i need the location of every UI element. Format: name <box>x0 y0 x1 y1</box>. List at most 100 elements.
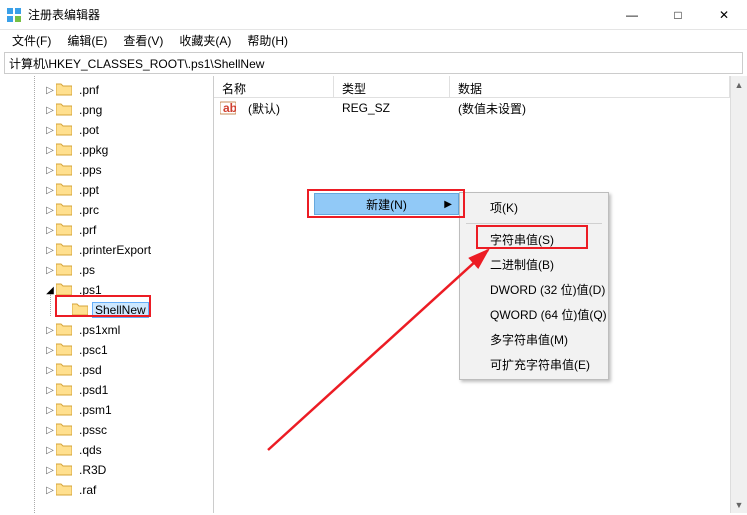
tree-item-label: .qds <box>76 443 105 457</box>
scroll-up-button[interactable]: ▲ <box>731 76 747 93</box>
folder-icon <box>56 342 76 359</box>
content: ▷.pnf▷.png▷.pot▷.ppkg▷.pps▷.ppt▷.prc▷.pr… <box>0 76 747 513</box>
tree-item[interactable]: ▷ .psd <box>0 360 213 380</box>
tree-item[interactable]: ▷ .prf <box>0 220 213 240</box>
caret-icon[interactable]: ▷ <box>44 105 56 116</box>
tree-item-label: .psd <box>76 363 105 377</box>
caret-icon[interactable]: ▷ <box>44 365 56 376</box>
tree-item[interactable]: ◢.ps1 <box>0 280 213 300</box>
minimize-button[interactable]: — <box>609 0 655 29</box>
column-type[interactable]: 类型 <box>334 76 450 97</box>
caret-icon[interactable]: ▷ <box>44 485 56 496</box>
tree-item[interactable]: ▷.ppt <box>0 180 213 200</box>
caret-icon[interactable]: ▷ <box>44 465 56 476</box>
folder-icon <box>56 182 76 199</box>
tree-item[interactable]: ▷.psc1 <box>0 340 213 360</box>
tree-pane[interactable]: ▷.pnf▷.png▷.pot▷.ppkg▷.pps▷.ppt▷.prc▷.pr… <box>0 76 214 513</box>
folder-icon <box>56 162 76 179</box>
tree-item[interactable]: ▷.pnf <box>0 80 213 100</box>
submenu-arrow-icon: ▶ <box>444 199 452 210</box>
tree-item[interactable]: ▷ .pot <box>0 120 213 140</box>
tree-item-label: .prc <box>76 203 102 217</box>
caret-icon[interactable]: ▷ <box>44 245 56 256</box>
tree-item-label: .printerExport <box>76 243 154 257</box>
scroll-down-button[interactable]: ▼ <box>731 496 747 513</box>
caret-icon[interactable]: ▷ <box>44 165 56 176</box>
menu-file[interactable]: 文件(F) <box>4 30 59 51</box>
caret-icon[interactable]: ▷ <box>44 385 56 396</box>
caret-icon[interactable]: ▷ <box>44 185 56 196</box>
tree-item[interactable]: ▷ .R3D <box>0 460 213 480</box>
tree-item-label: ShellNew <box>92 302 149 318</box>
submenu-item[interactable]: QWORD (64 位)值(Q) <box>462 302 606 327</box>
tree-item[interactable]: ▷.ppkg <box>0 140 213 160</box>
caret-icon[interactable]: ▷ <box>44 265 56 276</box>
caret-icon[interactable]: ▷ <box>44 325 56 336</box>
list-header: 名称 类型 数据 <box>214 76 730 98</box>
menu-favorites[interactable]: 收藏夹(A) <box>171 30 239 51</box>
submenu-item[interactable]: 项(K) <box>462 195 606 220</box>
folder-icon <box>56 442 76 459</box>
menu-edit[interactable]: 编辑(E) <box>59 30 115 51</box>
folder-icon <box>56 462 76 479</box>
tree-item[interactable]: ▷ .qds <box>0 440 213 460</box>
maximize-button[interactable]: □ <box>655 0 701 29</box>
tree-item[interactable]: ▷ .psm1 <box>0 400 213 420</box>
context-submenu: 项(K) 字符串值(S)二进制值(B)DWORD (32 位)值(D)QWORD … <box>459 192 609 380</box>
caret-icon[interactable]: ▷ <box>44 145 56 156</box>
caret-icon[interactable]: ▷ <box>44 345 56 356</box>
folder-icon <box>56 122 76 139</box>
folder-icon <box>56 362 76 379</box>
tree-item-label: .raf <box>76 483 99 497</box>
caret-icon[interactable]: ▷ <box>44 445 56 456</box>
folder-icon <box>56 82 76 99</box>
caret-icon[interactable]: ▷ <box>44 125 56 136</box>
tree-item-label: .ps <box>76 263 98 277</box>
window-title: 注册表编辑器 <box>28 6 609 23</box>
tree-item[interactable]: ▷.png <box>0 100 213 120</box>
menu-help[interactable]: 帮助(H) <box>239 30 296 51</box>
tree-item-label: .R3D <box>76 463 109 477</box>
tree-item-label: .pssc <box>76 423 110 437</box>
tree-item-selected[interactable]: ShellNew <box>0 300 213 320</box>
caret-icon[interactable]: ▷ <box>44 425 56 436</box>
tree-item[interactable]: ▷ .prc <box>0 200 213 220</box>
tree-item-label: .pot <box>76 123 102 137</box>
caret-icon[interactable]: ▷ <box>44 205 56 216</box>
submenu-item[interactable]: 多字符串值(M) <box>462 327 606 352</box>
tree-item[interactable]: ▷ .raf <box>0 480 213 500</box>
address-bar[interactable]: 计算机\HKEY_CLASSES_ROOT\.ps1\ShellNew <box>4 52 743 74</box>
tree-item[interactable]: ▷ .ps1xml <box>0 320 213 340</box>
tree-item[interactable]: ▷.pps <box>0 160 213 180</box>
tree-item-label: .psm1 <box>76 403 115 417</box>
folder-icon <box>56 202 76 219</box>
list-row[interactable]: ab (默认) REG_SZ (数值未设置) <box>214 98 730 118</box>
submenu-item[interactable]: DWORD (32 位)值(D) <box>462 277 606 302</box>
folder-icon <box>56 222 76 239</box>
tree-item[interactable]: ▷.psd1 <box>0 380 213 400</box>
context-menu-new[interactable]: 新建(N) ▶ <box>314 193 459 215</box>
caret-icon[interactable]: ▷ <box>44 85 56 96</box>
tree-item[interactable]: ▷ .printerExport <box>0 240 213 260</box>
submenu-item[interactable]: 可扩充字符串值(E) <box>462 352 606 377</box>
tree-item-label: .ps1xml <box>76 323 123 337</box>
column-name[interactable]: 名称 <box>214 76 334 97</box>
folder-icon <box>72 302 92 319</box>
menu-view[interactable]: 查看(V) <box>115 30 171 51</box>
submenu-item[interactable]: 字符串值(S) <box>462 227 606 252</box>
caret-icon[interactable]: ▷ <box>44 225 56 236</box>
column-data[interactable]: 数据 <box>450 76 730 97</box>
cell-data: (数值未设置) <box>450 98 534 119</box>
context-menu-new-label: 新建(N) <box>366 196 407 213</box>
caret-icon[interactable]: ▷ <box>44 405 56 416</box>
folder-icon <box>56 382 76 399</box>
folder-icon <box>56 322 76 339</box>
folder-icon <box>56 282 76 299</box>
tree-item-label: .prf <box>76 223 99 237</box>
string-value-icon: ab <box>220 100 236 116</box>
submenu-item[interactable]: 二进制值(B) <box>462 252 606 277</box>
vertical-scrollbar[interactable]: ▲ ▼ <box>730 76 747 513</box>
tree-item[interactable]: ▷ .pssc <box>0 420 213 440</box>
close-button[interactable]: ✕ <box>701 0 747 29</box>
tree-item[interactable]: ▷ .ps <box>0 260 213 280</box>
